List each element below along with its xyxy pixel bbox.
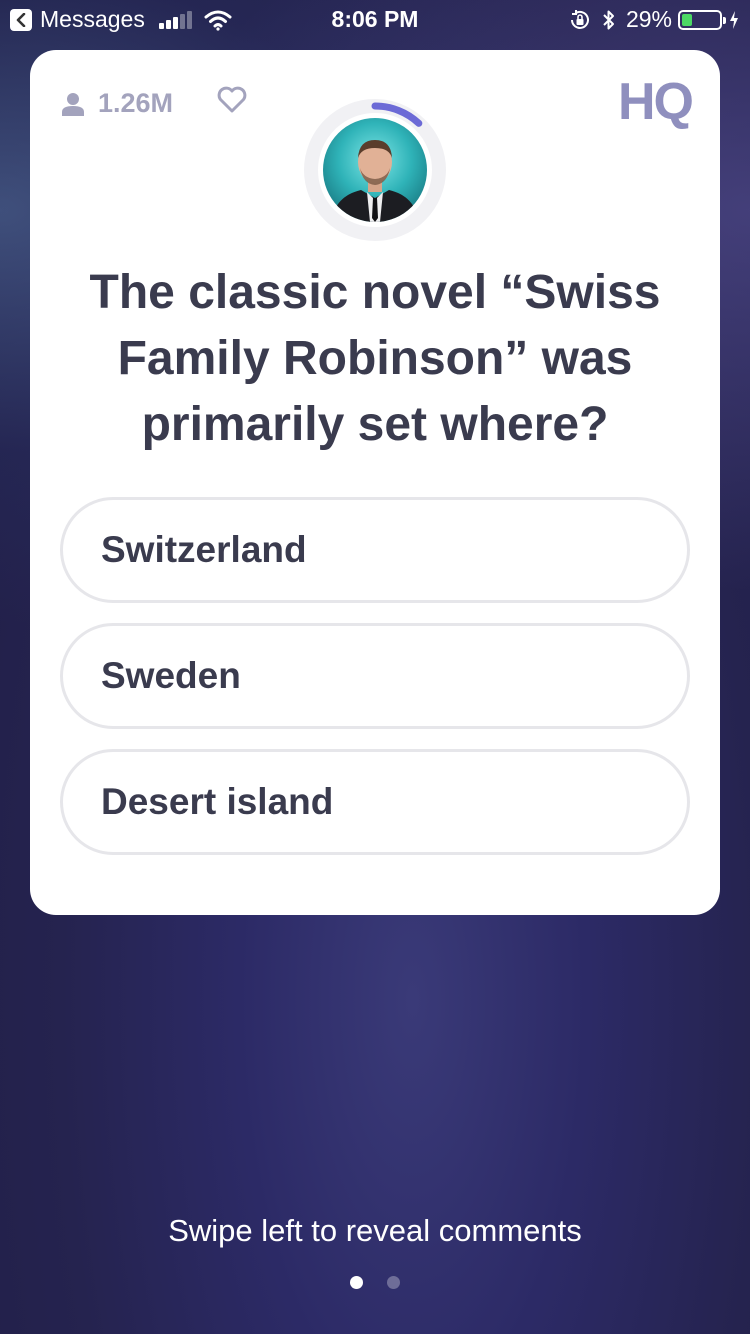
answer-label: Switzerland xyxy=(101,529,307,570)
hq-logo: HQ xyxy=(618,73,694,131)
page-dot-1[interactable] xyxy=(350,1276,363,1289)
battery-percent: 29% xyxy=(625,6,672,32)
status-right: 29% xyxy=(568,6,740,33)
charging-bolt-icon xyxy=(730,10,738,29)
heart-icon[interactable] xyxy=(216,86,248,114)
user-icon xyxy=(62,92,84,116)
page-dot-2[interactable] xyxy=(387,1276,400,1289)
host-avatar xyxy=(323,118,427,222)
answer-label: Desert island xyxy=(101,781,334,822)
swipe-hint: Swipe left to reveal comments xyxy=(168,1213,582,1248)
answer-list: Switzerland Sweden Desert island xyxy=(60,497,690,875)
player-count-label: 1.26M xyxy=(98,88,174,118)
page-indicator[interactable] xyxy=(0,1276,750,1289)
bluetooth-icon xyxy=(603,10,614,29)
host-portrait xyxy=(331,140,419,222)
battery-fill xyxy=(682,13,693,26)
question-card: 1.26M HQ The classic novel “Swiss Family… xyxy=(30,50,720,915)
answer-label: Sweden xyxy=(101,655,241,696)
player-count: 1.26M xyxy=(60,88,173,119)
answer-option-1[interactable]: Switzerland xyxy=(60,497,690,603)
question-text: The classic novel “Swiss Family Robinson… xyxy=(89,266,661,451)
answer-option-3[interactable]: Desert island xyxy=(60,749,690,855)
battery-icon xyxy=(678,9,726,30)
answer-option-2[interactable]: Sweden xyxy=(60,623,690,729)
rotation-lock-icon xyxy=(570,9,589,29)
status-bar: Messages 8:06 PM 29% xyxy=(0,0,750,40)
